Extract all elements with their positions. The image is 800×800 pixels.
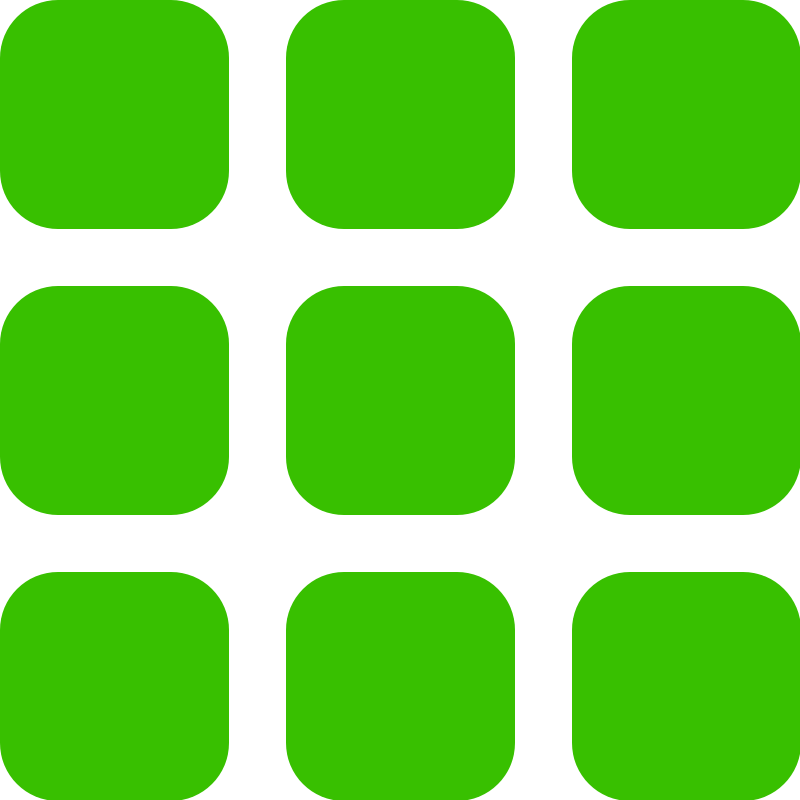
grid-tile-r1-c2 (286, 0, 515, 229)
grid-tile-r3-c1 (0, 572, 229, 800)
grid-tile-r3-c2 (286, 572, 515, 800)
grid-tile-r3-c3 (572, 572, 800, 800)
grid-tile-r1-c3 (572, 0, 800, 229)
grid-tile-r2-c2 (286, 286, 515, 515)
grid-tile-r1-c1 (0, 0, 229, 229)
grid-tile-r2-c1 (0, 286, 229, 515)
grid-tile-r2-c3 (572, 286, 800, 515)
app-grid-icon[interactable] (0, 0, 800, 800)
